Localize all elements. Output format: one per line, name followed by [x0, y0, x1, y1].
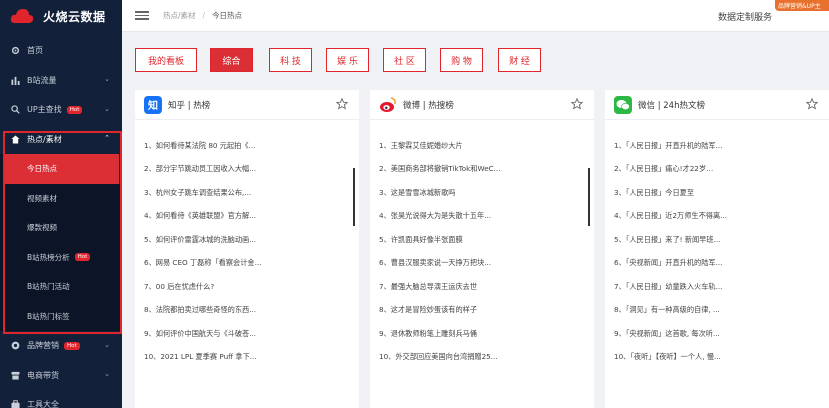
logo[interactable]: 火烧云数据	[0, 0, 122, 32]
list-item[interactable]: 7、00 后在忧虑什么?	[144, 275, 344, 299]
list-item[interactable]: 3、杭州女子跳车调查结果公布,...	[144, 181, 344, 205]
tab-tech[interactable]: 科 技	[269, 48, 312, 72]
hot-badge: Hot	[64, 341, 80, 350]
shop-icon	[10, 370, 20, 380]
list-item[interactable]: 6、曹县汉服卖家说一天挣万把块...	[379, 252, 579, 276]
star-icon[interactable]	[336, 98, 348, 110]
list-item[interactable]: 9、退休教师粉笔上雕刻兵马俑	[379, 322, 579, 346]
tab-shopping[interactable]: 购 物	[440, 48, 483, 72]
sidebar-item-tools[interactable]: 工具大全	[0, 390, 122, 408]
card-title: 微博 | 热搜榜	[403, 100, 454, 111]
list-item[interactable]: 3、这是雪雪冰城新歌吗	[379, 181, 579, 205]
card-wechat-24h-articles: 微信 | 24h热文榜 1、「人民日报」开直升机的陆军... 2、「人民日报」痛…	[605, 90, 829, 408]
list-item[interactable]: 8、法院都拍卖过哪些奇怪的东西...	[144, 299, 344, 323]
sidebar-item-brand-marketing[interactable]: 品牌营销 Hot ⌄	[0, 331, 122, 361]
sidebar-item-bilibili-traffic[interactable]: B站流量 ⌄	[0, 66, 122, 96]
list-item[interactable]: 5、「人民日报」来了! 新闻早班...	[614, 228, 814, 252]
breadcrumb-current: 今日热点	[212, 11, 243, 20]
highlight-frame	[3, 131, 122, 334]
breadcrumb-separator: /	[202, 11, 206, 20]
list-item[interactable]: 4、如何看待《英雄联盟》官方解...	[144, 205, 344, 229]
sidebar-item-label: 工具大全	[27, 400, 59, 408]
chevron-down-icon: ⌄	[104, 104, 110, 113]
toolbox-icon	[10, 400, 20, 408]
star-icon[interactable]	[571, 98, 583, 110]
card-zhihu-hotlist: 知 知乎 | 热榜 1、如何看待某法院 80 元起拍《... 2、部分宇节跳动员…	[135, 90, 359, 408]
wechat-logo-icon	[614, 95, 632, 114]
bar-chart-icon	[10, 75, 20, 85]
list-item[interactable]: 5、如何评价雷霆冰城的洗脑动画...	[144, 228, 344, 252]
star-icon[interactable]	[806, 98, 818, 110]
list-item[interactable]: 6、网易 CEO 丁磊称「看察会计金...	[144, 252, 344, 276]
chevron-down-icon: ⌄	[104, 370, 110, 379]
weibo-logo-icon	[379, 96, 397, 114]
chevron-down-icon: ⌄	[104, 75, 110, 84]
list-item[interactable]: 9、如何评价中国航天与《斗破苍...	[144, 322, 344, 346]
list-item[interactable]: 3、「人民日报」今日夏至	[614, 181, 814, 205]
zhihu-logo-icon: 知	[144, 95, 162, 114]
list-item[interactable]: 5、许凯面具好像半张面膜	[379, 228, 579, 252]
tab-community[interactable]: 社 区	[383, 48, 426, 72]
data-customization-link[interactable]: 数据定制服务	[718, 10, 772, 23]
list-item[interactable]: 6、「央视新闻」开直升机的陆军...	[614, 252, 814, 276]
sidebar: 火烧云数据 首页 B站流量 ⌄ UP主查找 Hot ⌄ 热点/素材 ⌃ 今日热点…	[0, 0, 122, 408]
list-item[interactable]: 1、如何看待某法院 80 元起拍《...	[144, 134, 344, 158]
tab-entertainment[interactable]: 娱 乐	[326, 48, 369, 72]
list-item[interactable]: 7、最强大脑总导演王运庆去世	[379, 275, 579, 299]
list-item[interactable]: 2、美国商务部将撤销TikTok和WeC...	[379, 158, 579, 182]
list-item[interactable]: 8、「洞见」有一种高级的自律, ...	[614, 299, 814, 323]
scrollbar[interactable]	[588, 168, 590, 226]
logo-text: 火烧云数据	[43, 9, 106, 24]
category-tabs: 我的看板 综合 科 技 娱 乐 社 区 购 物 财 经	[122, 33, 829, 88]
corner-promo-badge[interactable]: 品牌营销&UP主	[775, 0, 829, 11]
list-item[interactable]: 10、外交部回应美国向台湾捐赠25...	[379, 346, 579, 370]
top-header: 热点/素材 / 今日热点 数据定制服务 品牌营销&UP主	[122, 0, 829, 32]
list-item[interactable]: 10、2021 LPL 夏季赛 Puff 拿下...	[144, 346, 344, 370]
list-item[interactable]: 9、「央视新闻」这首歌, 每次听...	[614, 322, 814, 346]
search-icon	[10, 105, 20, 115]
card-title: 微信 | 24h热文榜	[638, 100, 705, 111]
sidebar-item-label: 首页	[27, 46, 43, 56]
globe-icon	[10, 341, 20, 351]
list-item[interactable]: 4、「人民日报」近2万师生不得离...	[614, 205, 814, 229]
tab-general[interactable]: 综合	[210, 48, 253, 72]
sidebar-item-up-search[interactable]: UP主查找 Hot ⌄	[0, 95, 122, 125]
scrollbar[interactable]	[353, 168, 355, 226]
card-title: 知乎 | 热榜	[168, 100, 211, 111]
list-item[interactable]: 10、「夜听」【夜听】一个人, 慢...	[614, 346, 814, 370]
tab-finance[interactable]: 财 经	[498, 48, 541, 72]
list-item[interactable]: 1、王黎霖艾佳妮婚纱大片	[379, 134, 579, 158]
tab-my-board[interactable]: 我的看板	[135, 48, 197, 72]
card-weibo-hotsearch: 微博 | 热搜榜 1、王黎霖艾佳妮婚纱大片 2、美国商务部将撤销TikTok和W…	[370, 90, 594, 408]
sidebar-item-label: B站流量	[27, 75, 57, 85]
list-item[interactable]: 4、张昊光说得大为是失散十五年...	[379, 205, 579, 229]
sidebar-item-ecommerce[interactable]: 电商带货 ⌄	[0, 361, 122, 391]
list-item[interactable]: 8、这才是冒险妙蛋该有的样子	[379, 299, 579, 323]
list-item[interactable]: 2、「人民日报」痛心!才22岁…	[614, 158, 814, 182]
sidebar-item-label: 品牌营销	[27, 341, 59, 351]
cloud-logo-icon	[10, 9, 34, 23]
menu-fold-icon[interactable]	[135, 11, 149, 20]
gear-icon	[10, 46, 20, 56]
hot-badge: Hot	[66, 105, 83, 114]
chevron-down-icon: ⌄	[104, 340, 110, 349]
list-item[interactable]: 7、「人民日报」幼童跌入火车轨...	[614, 275, 814, 299]
sidebar-item-label: UP主查找	[27, 105, 62, 115]
sidebar-item-home[interactable]: 首页	[0, 36, 122, 66]
breadcrumb-parent[interactable]: 热点/素材	[163, 10, 196, 21]
sidebar-item-label: 电商带货	[27, 370, 59, 380]
list-item[interactable]: 2、部分宇节跳动员工因收入大幅...	[144, 158, 344, 182]
list-item[interactable]: 1、「人民日报」开直升机的陆军...	[614, 134, 814, 158]
